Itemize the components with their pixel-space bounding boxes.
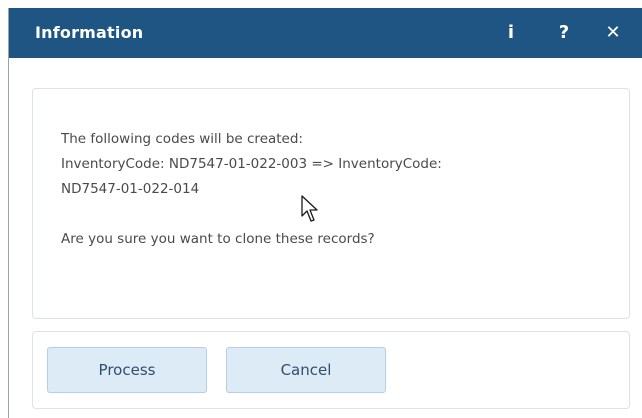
message-panel: The following codes will be created: Inv…	[32, 88, 630, 319]
close-icon[interactable]: ✕	[601, 21, 625, 45]
information-dialog: Information i ? ✕ The following codes wi…	[8, 8, 642, 418]
dialog-title: Information	[35, 23, 144, 42]
info-icon[interactable]: i	[499, 21, 523, 45]
message-question: Are you sure you want to clone these rec…	[61, 231, 375, 247]
dialog-footer: Process Cancel	[32, 331, 630, 409]
mouse-pointer-icon	[301, 195, 318, 222]
process-button[interactable]: Process	[47, 347, 207, 393]
dialog-titlebar: Information i ? ✕	[9, 8, 642, 58]
message-spacer	[61, 202, 616, 227]
message-line-target-code: ND7547-01-022-014	[61, 181, 200, 197]
message-line-intro: The following codes will be created:	[61, 131, 303, 147]
cancel-button[interactable]: Cancel	[226, 347, 386, 393]
message-text: The following codes will be created: Inv…	[61, 127, 616, 252]
help-icon[interactable]: ?	[552, 21, 576, 45]
message-line-codes: InventoryCode: ND7547-01-022-003 => Inve…	[61, 156, 442, 172]
